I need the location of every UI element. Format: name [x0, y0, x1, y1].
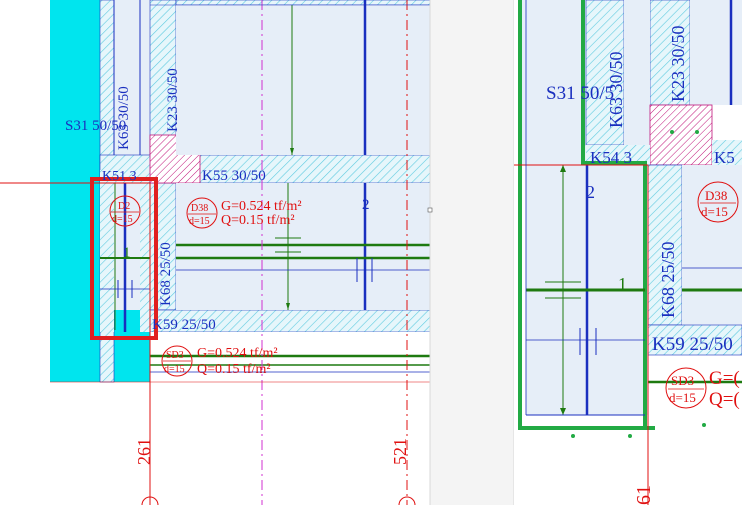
d38-code: D38	[191, 203, 208, 214]
beam-k51-body	[100, 170, 114, 332]
splitter-handle[interactable]	[427, 207, 433, 213]
label-k23: K23 30/50	[165, 68, 181, 132]
label-slab-2-right: 2	[586, 182, 595, 202]
label-slab-2: 2	[362, 197, 370, 213]
beam-k51-right	[140, 170, 150, 332]
label-k54-right: K54 3	[590, 148, 632, 167]
grip-point[interactable]	[628, 434, 632, 438]
label-k59: K59 25/50	[152, 317, 216, 333]
sd3-code-right: SD3	[671, 373, 694, 388]
d2-code: D2	[118, 201, 130, 212]
label-slab-1: 1	[123, 245, 131, 261]
d38-thickness: d=15	[189, 216, 210, 227]
viewport-gap	[430, 0, 514, 505]
d38-code-right: D38	[705, 188, 727, 203]
sd3-code: SD3	[166, 350, 184, 361]
dim-521: 521	[390, 438, 410, 465]
d38-thickness-right: d=15	[701, 204, 728, 219]
d2-thickness: d=15	[112, 214, 133, 225]
label-k63: K63 30/50	[116, 86, 132, 150]
grip-point[interactable]	[571, 434, 575, 438]
label-k68-right: K68 25/50	[658, 242, 678, 319]
label-k68: K68 25/50	[158, 242, 174, 306]
panel-right-gap	[624, 0, 650, 145]
label-slab-1-right: 1	[618, 274, 627, 294]
sd3-g-load-right: G=(	[709, 368, 740, 389]
sd3-q-load: Q=0.15 tf/m²	[197, 362, 271, 377]
panel-right-top	[690, 0, 742, 105]
sd3-g-load: G=0.524 tf/m²	[197, 346, 278, 361]
label-k23-right: K23 30/50	[668, 26, 688, 103]
label-k55: K55 30/50	[202, 168, 266, 184]
label-k63-right: K63 30/50	[606, 52, 626, 129]
column-hatch-right	[649, 104, 713, 166]
cad-viewport[interactable]: S31 50/50 K63 30/50 K23 30/50 K51 3 K55 …	[0, 0, 742, 505]
label-k5-right: K5	[714, 148, 735, 167]
grip-point[interactable]	[695, 130, 699, 134]
label-k59-right: K59 25/50	[652, 334, 733, 355]
slab-upper-panel	[176, 5, 430, 155]
sd3-q-load-right: Q=(	[709, 389, 740, 410]
label-k51: K51 3	[102, 169, 137, 184]
cad-drawing-canvas[interactable]: S31 50/50 K63 30/50 K23 30/50 K51 3 K55 …	[0, 0, 742, 505]
right-plan-view[interactable]: S31 50/5 K63 30/50 K23 30/50 K54 3 K5 K6…	[514, 0, 742, 505]
grip-point[interactable]	[702, 423, 706, 427]
d38-q-load: Q=0.15 tf/m²	[221, 213, 295, 228]
dim-61: 61	[633, 485, 655, 505]
label-s31-right: S31 50/5	[546, 83, 614, 104]
left-plan-view[interactable]: S31 50/50 K63 30/50 K23 30/50 K51 3 K55 …	[0, 0, 431, 505]
grip-point[interactable]	[670, 130, 674, 134]
slab-d38-panel	[176, 183, 430, 310]
dim-261: 261	[134, 438, 154, 465]
beam-top	[175, 0, 431, 6]
d38-g-load: G=0.524 tf/m²	[221, 199, 302, 214]
sd3-thickness: d=15	[164, 364, 185, 375]
sd3-thickness-right: d=15	[669, 390, 696, 405]
